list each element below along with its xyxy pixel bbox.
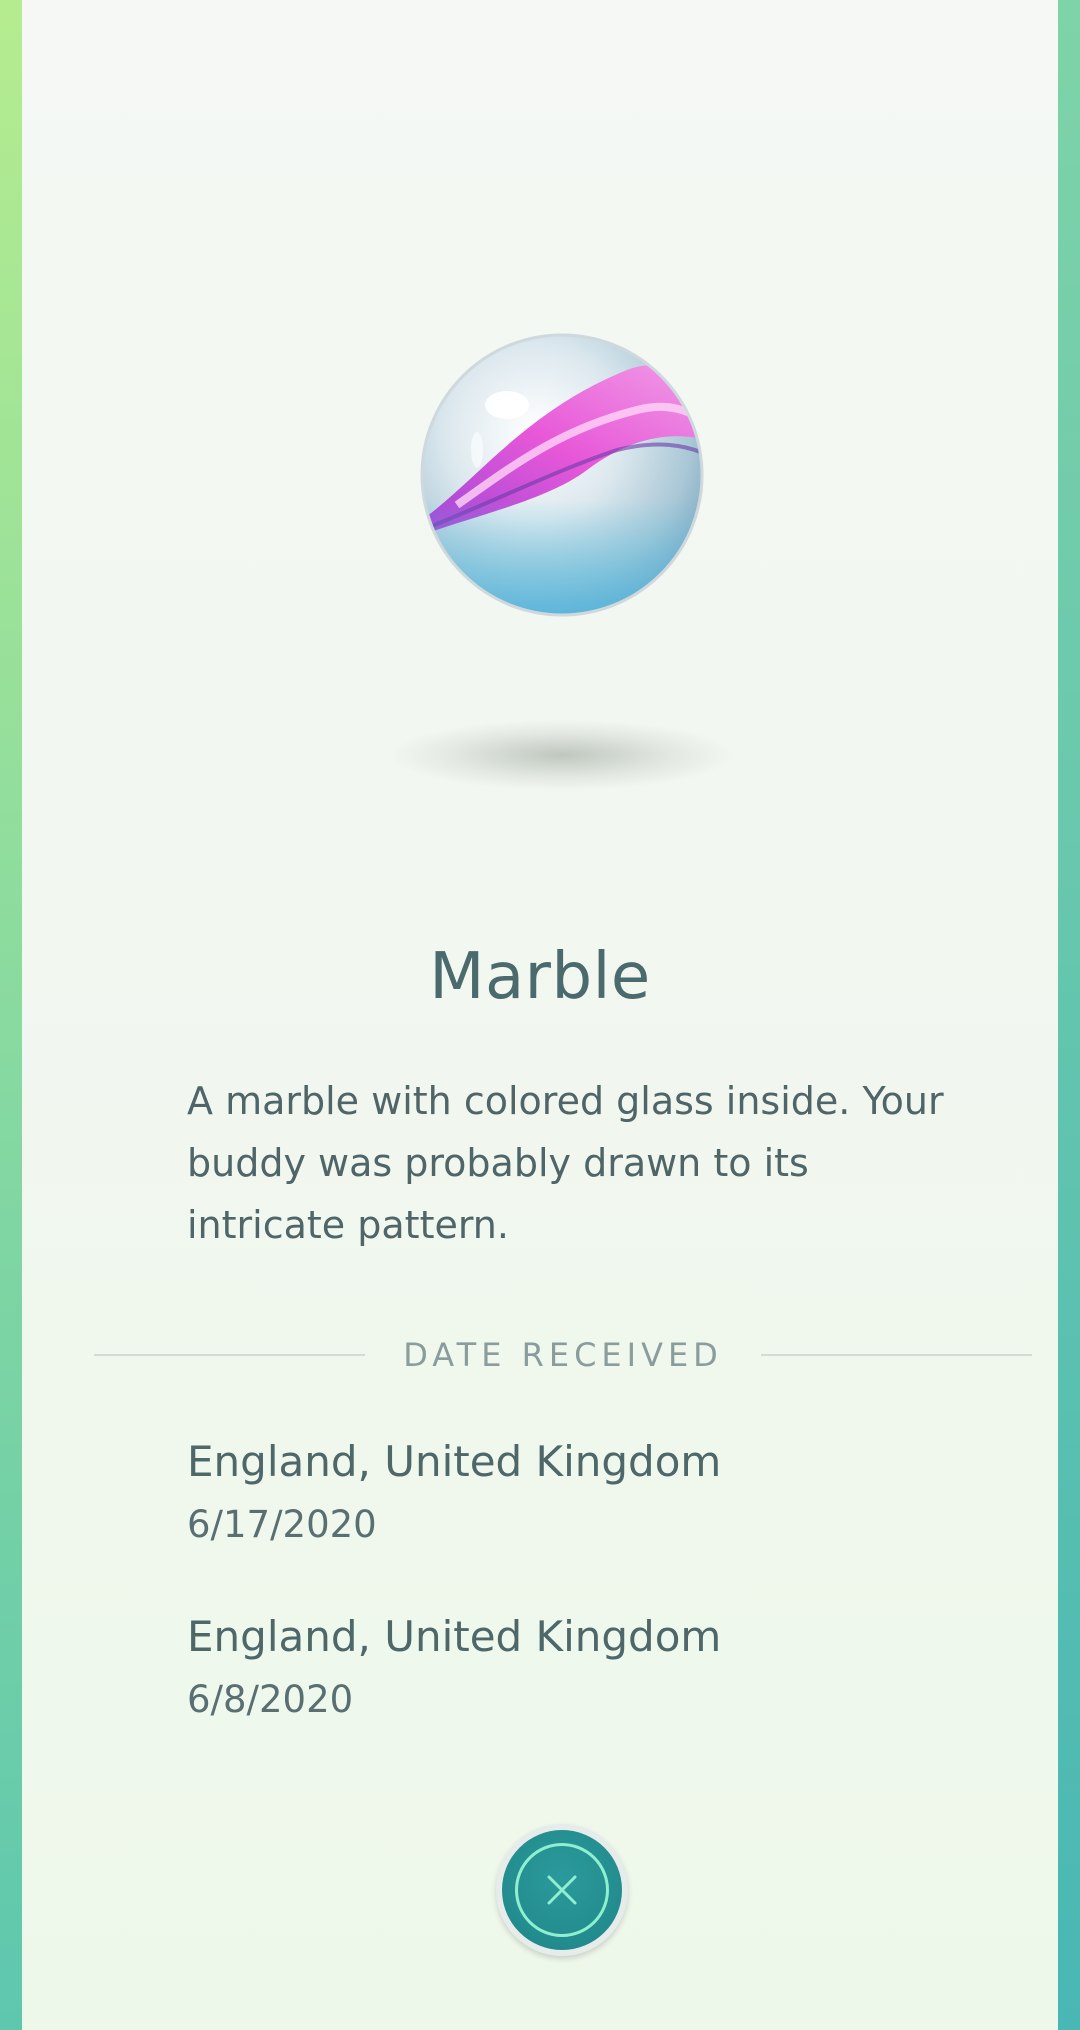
item-shadow: [392, 720, 732, 790]
entry-date: 6/8/2020: [187, 1678, 354, 1721]
item-description: A marble with colored glass inside. Your…: [187, 1079, 944, 1247]
divider-line-right: [760, 1354, 1032, 1356]
souvenir-detail-panel: Marble A marble with colored glass insid…: [22, 0, 1058, 2030]
right-border-stripe: [1058, 0, 1080, 2030]
divider-line-left: [94, 1354, 366, 1356]
entry-date: 6/17/2020: [187, 1503, 377, 1546]
close-icon: [547, 1875, 577, 1905]
item-title: Marble: [429, 940, 651, 1014]
section-label: DATE RECEIVED: [403, 1336, 723, 1374]
close-button-face: [502, 1830, 622, 1950]
entry-location: England, United Kingdom: [187, 1612, 722, 1661]
section-divider: DATE RECEIVED: [94, 1335, 1032, 1375]
received-entry: England, United Kingdom 6/8/2020: [187, 1610, 721, 1726]
close-button-ring: [515, 1843, 609, 1937]
close-button[interactable]: [496, 1824, 628, 1956]
entry-location: England, United Kingdom: [187, 1437, 722, 1486]
marble-icon: [420, 333, 704, 617]
received-entry: England, United Kingdom 6/17/2020: [187, 1435, 721, 1551]
